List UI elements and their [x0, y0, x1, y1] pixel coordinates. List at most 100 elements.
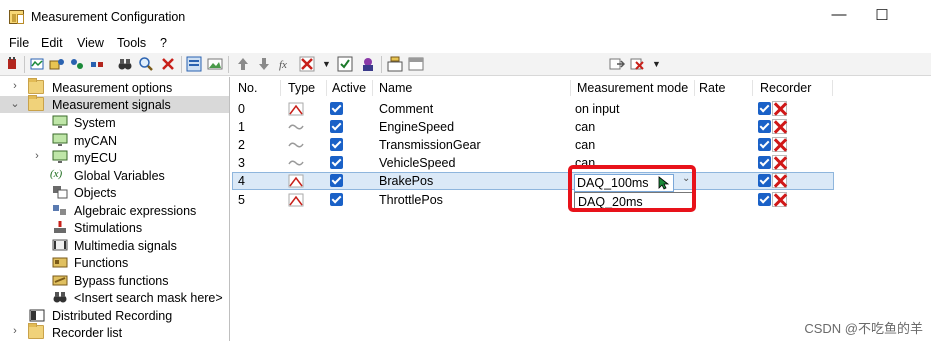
- measurement-mode[interactable]: on input: [575, 102, 619, 116]
- monitor-icon: [52, 115, 68, 128]
- measurement-mode[interactable]: can: [575, 120, 595, 134]
- chevron-right-icon[interactable]: ›: [31, 150, 43, 162]
- column-header-name[interactable]: Name: [379, 81, 412, 95]
- insert-icon[interactable]: [387, 56, 403, 72]
- menu-file[interactable]: File: [9, 36, 29, 50]
- import-icon[interactable]: [630, 56, 646, 72]
- tree-item-global-variables[interactable]: (x) Global Variables: [0, 167, 229, 184]
- signal-name: Comment: [379, 102, 434, 116]
- search-icon[interactable]: [138, 56, 154, 72]
- monitor-icon: [52, 133, 68, 146]
- column-divider[interactable]: [372, 80, 373, 96]
- column-header-measurement-mode[interactable]: Measurement mode: [577, 81, 688, 95]
- disable-icon[interactable]: [299, 56, 315, 72]
- tree-item-system[interactable]: System: [0, 114, 229, 131]
- tree-item-stimulations[interactable]: Stimulations: [0, 219, 229, 236]
- recorder-checkbox[interactable]: [758, 156, 771, 169]
- column-divider[interactable]: [832, 80, 833, 96]
- add-group-icon[interactable]: [49, 56, 65, 72]
- column-divider[interactable]: [280, 80, 281, 96]
- recorder-checkbox[interactable]: [758, 138, 771, 151]
- column-header-recorder[interactable]: Recorder: [760, 81, 811, 95]
- active-checkbox[interactable]: [330, 102, 343, 115]
- recorder-disable-icon[interactable]: [772, 137, 787, 152]
- column-divider[interactable]: [570, 80, 571, 96]
- tree-item-measurement-options[interactable]: › Measurement options: [0, 78, 229, 96]
- measurement-mode[interactable]: can: [575, 138, 595, 152]
- table-row[interactable]: 3 VehicleSpeed can: [232, 154, 834, 172]
- functions-icon: [52, 257, 68, 268]
- column-header-no[interactable]: No.: [238, 81, 257, 95]
- menu-tools[interactable]: Tools: [117, 36, 146, 50]
- recorder-disable-icon[interactable]: [772, 101, 787, 116]
- chevron-down-icon[interactable]: ⌄: [9, 97, 21, 110]
- tree-item-mycan[interactable]: myCAN: [0, 132, 229, 149]
- export-icon[interactable]: [609, 56, 625, 72]
- table-row[interactable]: 1 EngineSpeed can: [232, 118, 834, 136]
- column-divider[interactable]: [694, 80, 695, 96]
- active-checkbox[interactable]: [330, 193, 343, 206]
- menu-help[interactable]: ?: [160, 36, 167, 50]
- table-icon[interactable]: [408, 56, 424, 72]
- minimize-icon[interactable]: —: [828, 4, 850, 26]
- table-row[interactable]: 5 ThrottlePos: [232, 191, 834, 209]
- toolbar-separator: [24, 56, 25, 73]
- column-divider[interactable]: [326, 80, 327, 96]
- power-plug-icon[interactable]: [4, 56, 20, 72]
- table-row[interactable]: 2 TransmissionGear can: [232, 136, 834, 154]
- chevron-down-icon[interactable]: ▼: [322, 56, 331, 72]
- tree-item-objects[interactable]: Objects: [0, 184, 229, 201]
- binoculars-icon[interactable]: [117, 56, 133, 72]
- tree-item-recorder-list[interactable]: › Recorder list: [0, 323, 229, 341]
- recorder-checkbox[interactable]: [758, 102, 771, 115]
- tree-item-distributed-recording[interactable]: Distributed Recording: [0, 307, 229, 324]
- algebra-icon: [53, 205, 66, 215]
- view-mode-icon[interactable]: [186, 56, 202, 72]
- tree-item-bypass-functions[interactable]: Bypass functions: [0, 272, 229, 289]
- menu-edit[interactable]: Edit: [41, 36, 63, 50]
- menu-view[interactable]: View: [77, 36, 104, 50]
- chevron-right-icon[interactable]: ›: [9, 325, 21, 337]
- recorder-disable-icon[interactable]: [772, 173, 787, 188]
- wave-signal-icon: [288, 160, 304, 166]
- add-signal-icon[interactable]: [29, 56, 45, 72]
- column-divider[interactable]: [752, 80, 753, 96]
- chevron-down-icon[interactable]: ▼: [652, 56, 661, 72]
- active-checkbox[interactable]: [330, 138, 343, 151]
- tree-item-multimedia-signals[interactable]: Multimedia signals: [0, 237, 229, 254]
- picture-icon[interactable]: [207, 56, 223, 72]
- tree-item-measurement-signals[interactable]: ⌄ Measurement signals: [0, 95, 229, 113]
- recorder-disable-icon[interactable]: [772, 155, 787, 170]
- chevron-right-icon[interactable]: ›: [9, 80, 21, 92]
- move-down-icon[interactable]: [256, 56, 272, 72]
- table-row-selected[interactable]: 4 BrakePos: [232, 172, 834, 190]
- recorder-checkbox[interactable]: [758, 193, 771, 206]
- tree-item-search-mask[interactable]: <Insert search mask here>: [0, 289, 229, 306]
- column-header-active[interactable]: Active: [332, 81, 366, 95]
- active-checkbox[interactable]: [330, 120, 343, 133]
- tree-item-functions[interactable]: Functions: [0, 254, 229, 271]
- tree-item-algebraic-expressions[interactable]: Algebraic expressions: [0, 202, 229, 219]
- recorder-checkbox[interactable]: [758, 174, 771, 187]
- delete-icon[interactable]: [160, 56, 176, 72]
- add-multiple-icon[interactable]: [69, 56, 85, 72]
- recorder-checkbox[interactable]: [758, 120, 771, 133]
- tree-item-myecu[interactable]: › myECU: [0, 149, 229, 166]
- maximize-icon[interactable]: ☐: [871, 5, 893, 27]
- recorder-icon[interactable]: [360, 56, 376, 72]
- connect-icon[interactable]: [89, 56, 105, 72]
- function-icon[interactable]: fx: [278, 56, 294, 72]
- multimedia-icon: [52, 239, 68, 251]
- move-up-icon[interactable]: [235, 56, 251, 72]
- recorder-disable-icon[interactable]: [772, 119, 787, 134]
- column-header-type[interactable]: Type: [288, 81, 315, 95]
- row-number: 0: [238, 102, 245, 116]
- active-checkbox[interactable]: [330, 156, 343, 169]
- active-checkbox[interactable]: [330, 174, 343, 187]
- column-header-rate[interactable]: Rate: [699, 81, 725, 95]
- activate-icon[interactable]: [337, 56, 353, 72]
- table-row[interactable]: 0 Comment on input: [232, 100, 834, 118]
- recorder-disable-icon[interactable]: [772, 192, 787, 207]
- navigation-tree: › Measurement options ⌄ Measurement sign…: [0, 77, 230, 341]
- variable-icon: (x): [50, 168, 63, 180]
